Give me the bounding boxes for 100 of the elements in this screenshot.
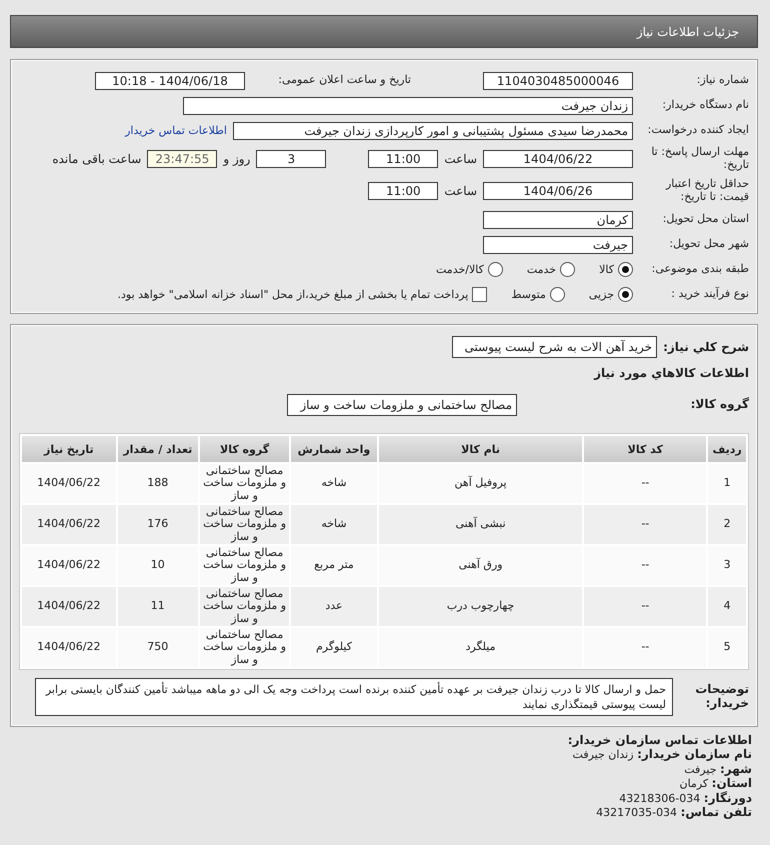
- table-cell: --: [584, 464, 706, 503]
- section-title: اطلاعات کالاهاي مورد نياز: [594, 366, 749, 380]
- table-cell: 1404/06/22: [22, 464, 116, 503]
- radio-button[interactable]: [618, 262, 633, 277]
- field-label: ساعت: [444, 152, 477, 166]
- creator-field: محمدرضا سیدی مسئول پشتیبانی و امور کارپردازی زندان جیرفت: [233, 122, 633, 140]
- table-cell: کیلوگرم: [291, 628, 377, 667]
- table-cell: 11: [118, 587, 198, 626]
- table-cell: ورق آهنی: [378, 546, 582, 585]
- field-label: ایجاد کننده درخواست:: [646, 124, 749, 137]
- table-cell: 1: [708, 464, 746, 503]
- radio-button[interactable]: [488, 262, 503, 277]
- announce-date-field: 1404/06/18 - 10:18: [95, 72, 245, 90]
- radio-label: خدمت: [526, 263, 556, 276]
- table-cell: 10: [118, 546, 198, 585]
- column-header: نام کالا: [378, 436, 582, 462]
- table-cell: شاخه: [291, 505, 377, 544]
- buyer-notes-box: حمل و ارسال کالا تا درب زندان جیرفت بر عهده تأمین کننده برنده است پرداخت وجه یک الی دو ماهه میباشد تأمین کنندگان بایستی برابر لیست پیوستی قیمتگذاری نمایند: [35, 678, 673, 716]
- table-cell: --: [584, 505, 706, 544]
- table-cell: عدد: [291, 587, 377, 626]
- column-header: گروه کالا: [200, 436, 290, 462]
- radio-label: کالا: [599, 263, 614, 276]
- contact-label: دورنگار:: [704, 790, 752, 805]
- checkbox[interactable]: [472, 287, 488, 302]
- table-cell: --: [584, 546, 706, 585]
- contact-label: شهر:: [720, 762, 752, 776]
- column-header: تعداد / مقدار: [118, 436, 198, 462]
- table-cell: 750: [118, 628, 198, 667]
- contact-value: جیرفت: [684, 762, 716, 776]
- column-header: تاریخ نیاز: [22, 436, 116, 462]
- field-label: روز و: [223, 152, 250, 166]
- deadline-time-field: 11:00: [368, 150, 438, 168]
- contact-value: 034-43218306: [619, 792, 700, 805]
- table-cell: 188: [118, 464, 198, 503]
- table-cell: 4: [708, 587, 746, 626]
- city-field: جیرفت: [483, 236, 633, 254]
- contact-value: کرمان: [680, 777, 708, 790]
- days-field: 3: [256, 150, 326, 168]
- need-number-field: 1104030485000046: [483, 72, 633, 90]
- field-label: مهلت ارسال پاسخ: تا تاریخ:: [650, 146, 749, 172]
- contact-label: نام سازمان خریدار:: [637, 747, 752, 762]
- field-label: شرح کلي نياز:: [663, 340, 749, 354]
- table-cell: نبشی آهنی: [378, 505, 582, 544]
- table-cell: مصالح ساختمانی و ملزومات ساخت و ساز: [200, 628, 290, 667]
- field-label: ساعت: [444, 184, 477, 198]
- table-cell: 1404/06/22: [22, 546, 116, 585]
- table-cell: چهارچوب درب: [378, 587, 582, 626]
- goods-group-field: مصالح ساختمانی و ملزومات ساخت و ساز: [287, 394, 517, 416]
- countdown-field: 23:47:55: [147, 150, 218, 168]
- table-cell: مصالح ساختمانی و ملزومات ساخت و ساز: [200, 464, 290, 503]
- contact-value: 034-43217035: [596, 806, 678, 819]
- validity-time-field: 11:00: [368, 182, 438, 200]
- table-cell: میلگرد: [378, 628, 582, 667]
- table-cell: 2: [708, 505, 746, 544]
- table-cell: 1404/06/22: [22, 628, 116, 667]
- radio-label: جزیی: [588, 288, 614, 301]
- deadline-date-field: 1404/06/22: [483, 150, 633, 168]
- radio-button[interactable]: [618, 287, 633, 302]
- description-field: خرید آهن الات به شرح لیست پیوستی: [452, 336, 658, 358]
- table-cell: 176: [118, 505, 198, 544]
- table-cell: مصالح ساختمانی و ملزومات ساخت و ساز: [200, 505, 290, 544]
- contact-label: تلفن تماس:: [680, 804, 752, 819]
- column-header: ردیف: [708, 436, 746, 462]
- table-cell: 1404/06/22: [22, 587, 116, 626]
- field-label: نام دستگاه خریدار:: [661, 99, 749, 112]
- table-cell: مصالح ساختمانی و ملزومات ساخت و ساز: [200, 587, 290, 626]
- contact-title: اطلاعات تماس سازمان خریدار:: [568, 733, 752, 747]
- column-header: واحد شمارش: [291, 436, 377, 462]
- radio-label: کالا/خدمت: [436, 263, 484, 276]
- field-label: نوع فرآیند خرید :: [670, 288, 749, 301]
- table-cell: 3: [708, 546, 746, 585]
- table-cell: 5: [708, 628, 746, 667]
- radio-button[interactable]: [560, 262, 576, 277]
- table-cell: شاخه: [291, 464, 377, 503]
- field-label: توضیحات خریدار:: [694, 683, 749, 711]
- radio-label: متوسط: [511, 288, 546, 301]
- table-cell: 1404/06/22: [22, 505, 116, 544]
- field-label: استان محل تحویل:: [662, 213, 749, 226]
- contact-label: استان:: [712, 776, 752, 790]
- buyer-field: زندان جیرفت: [183, 96, 633, 114]
- field-label: ساعت باقی مانده: [52, 152, 142, 166]
- validity-date-field: 1404/06/26: [483, 182, 633, 200]
- field-label: تاریخ و ساعت اعلان عمومی:: [277, 74, 411, 87]
- field-label: گروه کالا:: [690, 398, 749, 412]
- table-cell: --: [584, 587, 706, 626]
- column-header: کد کالا: [584, 436, 706, 462]
- buyer-contact-link[interactable]: اطلاعات تماس خریدار: [125, 124, 227, 137]
- province-field: کرمان: [483, 210, 633, 228]
- table-cell: پروفیل آهن: [378, 464, 582, 503]
- table-cell: مصالح ساختمانی و ملزومات ساخت و ساز: [200, 546, 290, 585]
- table-cell: متر مربع: [291, 546, 377, 585]
- field-label: حداقل تاریخ اعتبار قیمت: تا تاریخ:: [664, 178, 749, 204]
- field-label: طبقه بندی موضوعی:: [650, 263, 749, 276]
- field-label: شهر محل تحویل:: [668, 238, 749, 251]
- table-cell: --: [584, 628, 706, 667]
- checkbox-label: پرداخت تمام یا بخشی از مبلغ خرید،از محل "اسناد خزانه اسلامی" خواهد بود.: [118, 288, 468, 301]
- contact-value: زندان جیرفت: [572, 748, 634, 762]
- field-label: شماره نیاز:: [696, 74, 749, 87]
- radio-button[interactable]: [550, 287, 565, 302]
- page-title: جزئیات اطلاعات نیاز: [636, 24, 739, 38]
